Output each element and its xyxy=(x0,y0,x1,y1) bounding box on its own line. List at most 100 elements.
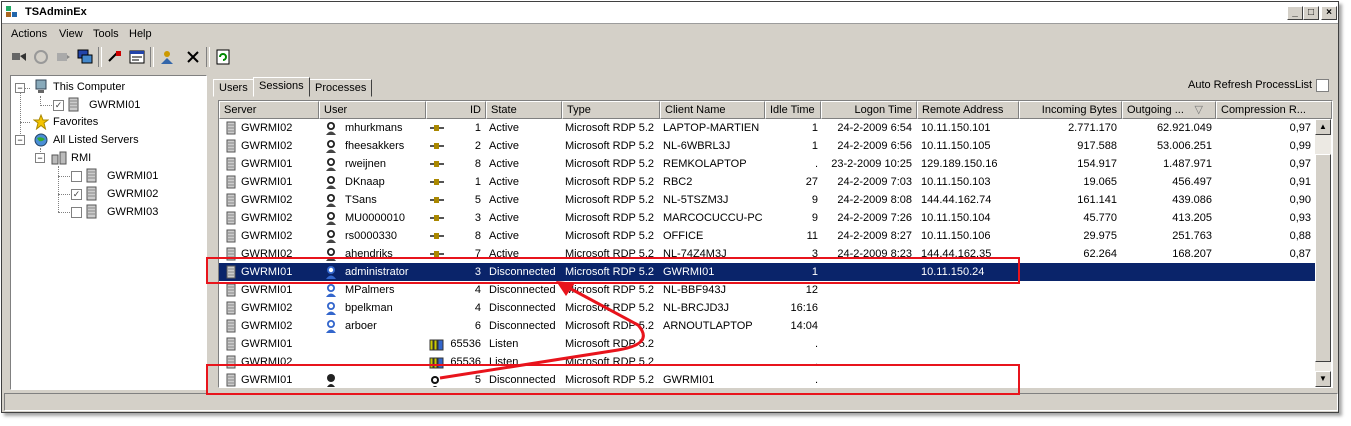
column-header-logon-time[interactable]: Logon Time xyxy=(821,101,917,119)
session-row[interactable]: GWRMI01 65536 Listen Microsoft RDP 5.2. xyxy=(219,335,1315,353)
scroll-down-button[interactable]: ▼ xyxy=(1315,371,1331,387)
close-button[interactable]: × xyxy=(1321,6,1337,20)
tab-processes[interactable]: Processes xyxy=(309,79,373,97)
cell-client-name: REMKOLAPTOP xyxy=(663,158,747,170)
maximize-button[interactable]: □ xyxy=(1303,6,1319,20)
cell-client-name: GWRMI01 xyxy=(663,374,715,386)
column-header-outgoing-bytes[interactable]: Outgoing ... ▽ xyxy=(1122,101,1216,119)
column-header-remote-address[interactable]: Remote Address xyxy=(917,101,1019,119)
menu-actions[interactable]: Actions xyxy=(11,28,47,40)
cell-type: Microsoft RDP 5.2 xyxy=(565,284,655,296)
cell-client-name: ARNOUTLAPTOP xyxy=(663,320,753,332)
server-checkbox[interactable] xyxy=(71,171,82,182)
session-row[interactable]: GWRMI02 TSans 5 Active Microsoft RDP 5.2 NL-5… xyxy=(219,191,1315,209)
menu-view[interactable]: View xyxy=(59,28,83,40)
send-message-button[interactable] xyxy=(52,46,74,68)
session-row[interactable]: GWRMI01 MPalmers 4 Disconnected Microsoft RD… xyxy=(219,281,1315,299)
active-session-icon xyxy=(430,161,444,167)
tab-users[interactable]: Users xyxy=(213,79,254,97)
cell-user: ahendriks xyxy=(345,248,393,260)
tree-label: GWRMI02 xyxy=(107,188,159,200)
session-row[interactable]: GWRMI01 administrator 3 Disconnected Microso… xyxy=(219,263,1315,281)
server-checkbox[interactable] xyxy=(71,207,82,218)
cell-user-icon xyxy=(324,193,338,210)
vertical-scrollbar[interactable]: ▲ ▼ xyxy=(1315,119,1331,387)
cell-outgoing-bytes: 456.497 xyxy=(1172,176,1212,188)
tree-label: Favorites xyxy=(53,116,99,128)
active-session-icon xyxy=(430,197,444,203)
menu-help[interactable]: Help xyxy=(129,28,152,40)
collapse-toggle[interactable]: − xyxy=(15,83,25,93)
session-row[interactable]: GWRMI02 65536 Listen Microsoft RDP 5.2. xyxy=(219,353,1315,371)
disconnected-user-icon xyxy=(326,266,336,279)
column-header-user[interactable]: User xyxy=(319,101,426,119)
status-button[interactable] xyxy=(126,46,148,68)
remote-control-button[interactable] xyxy=(74,46,96,68)
connect-button[interactable] xyxy=(8,46,30,68)
cell-session-icon xyxy=(429,339,445,354)
tree-line xyxy=(58,166,59,212)
server-icon xyxy=(226,247,236,261)
sessions-list[interactable]: Server User ID State Type Client Name Id… xyxy=(218,100,1333,388)
column-header-server[interactable]: Server xyxy=(219,101,319,119)
cell-compression-ratio: 0,97 xyxy=(1289,158,1311,170)
server-checkbox[interactable]: ✓ xyxy=(53,100,64,111)
collapse-toggle[interactable]: − xyxy=(35,153,45,163)
session-row[interactable]: GWRMI02 MU0000010 3 Active Microsoft RDP 5.2… xyxy=(219,209,1315,227)
logoff-button[interactable] xyxy=(156,46,178,68)
tree-label: All Listed Servers xyxy=(53,134,139,146)
user-icon xyxy=(326,194,336,207)
session-row[interactable]: GWRMI01 rweijnen 8 Active Microsoft RDP 5.2 R… xyxy=(219,155,1315,173)
cell-user: MU0000010 xyxy=(345,212,405,224)
cell-session-icon xyxy=(429,141,445,154)
server-icon xyxy=(226,373,236,387)
remote-control-icon xyxy=(77,49,93,64)
auto-refresh-checkbox[interactable] xyxy=(1316,79,1329,92)
session-row[interactable]: GWRMI01 5 Disconnected Microsoft RDP 5.2 GWR… xyxy=(219,371,1315,387)
menu-tools[interactable]: Tools xyxy=(93,28,119,40)
console-user-icon xyxy=(327,374,335,387)
server-tree[interactable]: − This Computer ✓ GWRMI01 Favorites − Al… xyxy=(10,75,207,390)
cell-compression-ratio: 0,87 xyxy=(1289,248,1311,260)
column-header-id[interactable]: ID xyxy=(426,101,486,119)
cell-outgoing-bytes: 168.207 xyxy=(1172,248,1212,260)
session-row[interactable]: GWRMI02 mhurkmans 1 Active Microsoft RDP 5.2… xyxy=(219,119,1315,137)
session-row[interactable]: GWRMI02 rs0000330 8 Active Microsoft RDP 5.2… xyxy=(219,227,1315,245)
column-header-idle-time[interactable]: Idle Time xyxy=(765,101,821,119)
cell-session-icon xyxy=(429,375,441,387)
refresh-button[interactable] xyxy=(212,46,234,68)
session-row[interactable]: GWRMI02 fheesakkers 2 Active Microsoft RDP 5… xyxy=(219,137,1315,155)
session-row[interactable]: GWRMI02 arboer 6 Disconnected Microsoft RDP … xyxy=(219,317,1315,335)
tab-sessions[interactable]: Sessions xyxy=(253,77,310,97)
column-header-incoming-bytes[interactable]: Incoming Bytes xyxy=(1019,101,1122,119)
cell-type: Microsoft RDP 5.2 xyxy=(565,158,655,170)
collapse-toggle[interactable]: − xyxy=(15,135,25,145)
end-process-button[interactable] xyxy=(182,46,204,68)
column-header-compression-ratio[interactable]: Compression R... xyxy=(1216,101,1332,119)
column-header-state[interactable]: State xyxy=(486,101,562,119)
toolbar-separator xyxy=(150,47,154,67)
cell-idle-time: 12 xyxy=(805,284,818,296)
cell-server: GWRMI02 xyxy=(241,248,293,260)
column-header-client-name[interactable]: Client Name xyxy=(660,101,765,119)
app-window: TSAdminEx _ □ × Actions View Tools Help xyxy=(1,1,1339,413)
cell-state: Active xyxy=(489,194,519,206)
session-row[interactable]: GWRMI02 bpelkman 4 Disconnected Microsoft RD… xyxy=(219,299,1315,317)
session-row[interactable]: GWRMI01 DKnaap 1 Active Microsoft RDP 5.2 RBC… xyxy=(219,173,1315,191)
cell-session-icon xyxy=(429,231,445,244)
status-icon xyxy=(129,50,145,64)
cell-outgoing-bytes: 53.006.251 xyxy=(1156,140,1212,152)
server-checkbox[interactable]: ✓ xyxy=(71,189,82,200)
cell-user: TSans xyxy=(345,194,377,206)
cell-compression-ratio: 0,99 xyxy=(1289,140,1311,152)
cell-outgoing-bytes: 251.763 xyxy=(1172,230,1212,242)
listen-icon xyxy=(429,357,444,369)
scroll-thumb[interactable] xyxy=(1315,154,1331,362)
scroll-up-button[interactable]: ▲ xyxy=(1315,119,1331,135)
session-row[interactable]: GWRMI02 ahendriks 7 Active Microsoft RDP 5.2… xyxy=(219,245,1315,263)
minimize-button[interactable]: _ xyxy=(1287,6,1303,20)
reset-button[interactable] xyxy=(104,46,126,68)
column-header-type[interactable]: Type xyxy=(562,101,660,119)
server-icon xyxy=(226,121,236,135)
disconnect-button[interactable] xyxy=(30,46,52,68)
